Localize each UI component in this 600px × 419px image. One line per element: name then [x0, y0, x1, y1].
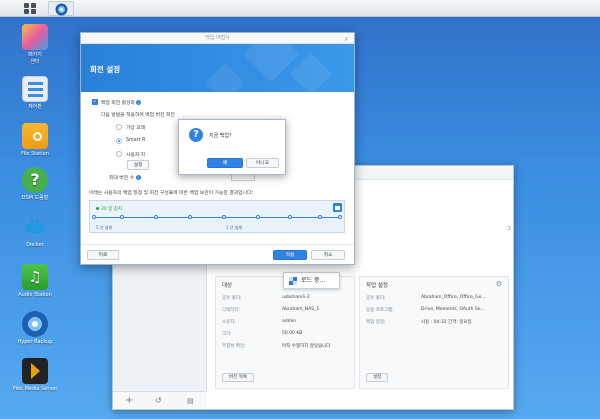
- radio-oldest-label: 가장 오래: [126, 126, 146, 131]
- info-row: 소유자: admin: [222, 319, 297, 325]
- cancel-button[interactable]: 취소: [311, 250, 345, 260]
- timeline-point: [288, 215, 292, 219]
- apply-button[interactable]: 적용: [273, 250, 307, 260]
- info-row: 응용 프로그램: Drive, Moments, OAuth Se...: [366, 307, 485, 313]
- rotation-method-prompt: 다음 방법을 적용하여 백업 버전 회전: [101, 113, 175, 118]
- question-icon: ?: [189, 128, 203, 142]
- wizard-footer: 뒤로 적용 취소: [81, 244, 354, 264]
- desktop-hyper-backup[interactable]: Hyper Backup: [0, 311, 70, 346]
- task-settings-button[interactable]: 설정: [366, 373, 389, 382]
- help-icon: ?: [22, 167, 48, 193]
- info-icon[interactable]: i: [135, 175, 141, 180]
- timeline-point: [154, 215, 158, 219]
- info-row: 공유 폴더: Abraham_Office, Office_Ge...: [366, 295, 486, 301]
- no-button[interactable]: 아니오: [246, 158, 279, 168]
- desktop-dsm-help[interactable]: ? DSM 도움말: [0, 167, 70, 202]
- desktop-file-station[interactable]: File Station: [0, 123, 70, 158]
- taskbar-hyper-backup[interactable]: [48, 1, 74, 16]
- back-button[interactable]: 뒤로: [87, 250, 119, 260]
- info-row: 백업 일정: 사용 : 04:32 간격: 일요일: [366, 320, 472, 325]
- wizard-titlebar: 백업 마법사 ×: [81, 33, 354, 44]
- hyper-backup-icon: [55, 3, 68, 16]
- radio-custom-label: 사용자 지: [126, 153, 146, 158]
- taskbar: [0, 0, 600, 17]
- yes-button[interactable]: 예: [207, 158, 243, 168]
- add-icon[interactable]: +: [125, 395, 133, 406]
- timeline-point: [92, 215, 96, 219]
- panel-title: 작업 설정: [366, 283, 388, 289]
- info-row: 디렉터리: Abraham_NAS_1: [222, 307, 320, 313]
- desktop-audio-station[interactable]: ♫ Audio Station: [0, 264, 70, 299]
- timeline-axis: [96, 217, 340, 218]
- max-versions-label: 최대 버전 수 i: [109, 175, 141, 181]
- timeline-point: [318, 215, 322, 219]
- version-list-button[interactable]: 버전 목록: [222, 373, 254, 382]
- desktop-icon-label: 센터: [30, 59, 40, 65]
- timeline-point: [222, 215, 226, 219]
- window-title: 백업 마법사: [205, 35, 230, 41]
- timeline-point: [338, 215, 342, 219]
- desktop-icon-label: DSM 도움말: [21, 195, 49, 201]
- main-menu-icon: [24, 3, 36, 14]
- enable-rotation-label: 백업 회전 활성화 i: [101, 100, 142, 106]
- loading-indicator: 로드 중...: [283, 272, 340, 289]
- control-panel-icon: [22, 76, 48, 102]
- timeline-left-label: 5 년 설재: [96, 225, 113, 230]
- target-panel: 대상 공유 폴더: usbshare1-2 디렉터리: Abraham_NAS_1 …: [215, 276, 355, 389]
- dialog-message: 지금 백업?: [209, 133, 232, 139]
- scroll-hint: :3: [506, 226, 511, 232]
- timeline-point: [120, 215, 124, 219]
- info-icon[interactable]: i: [136, 100, 142, 105]
- file-station-icon: [22, 123, 48, 149]
- log-icon[interactable]: ▤: [187, 397, 194, 405]
- main-menu-button[interactable]: [17, 1, 43, 16]
- wizard-header-title: 회전 설정: [90, 65, 121, 74]
- calendar-icon[interactable]: [333, 203, 342, 212]
- loading-text: 로드 중...: [301, 277, 326, 284]
- timeline-point: [256, 215, 260, 219]
- desktop-icon-label: Audio Station: [18, 292, 52, 298]
- plex-icon: [22, 358, 48, 384]
- enable-rotation-checkbox[interactable]: ✓: [92, 99, 98, 105]
- timeline-right-label: 1 년 설재: [226, 225, 243, 230]
- radio-oldest[interactable]: [116, 124, 122, 130]
- retention-timeline: 30 일 길치 5 년 설재 1 년 설재: [89, 200, 345, 233]
- timeline-caption: 아래는 사용자의 백업 일정 및 회전 구성표에 따른 백업 보관이 가능한 결…: [89, 191, 254, 196]
- package-center-icon: [22, 24, 48, 50]
- radio-custom[interactable]: [116, 151, 122, 157]
- panel-title: 대상: [222, 283, 233, 289]
- desktop-icon-label: 패키지: [28, 52, 42, 58]
- rotation-settings-button[interactable]: 설정: [127, 160, 149, 170]
- settings-gear-icon[interactable]: ⚙: [496, 280, 502, 288]
- restore-icon[interactable]: ↺: [155, 396, 162, 405]
- loading-spinner-icon: [289, 277, 297, 285]
- desktop-icon-label: 제어판: [28, 104, 42, 110]
- radio-smart-recycle-label: Smart R: [126, 138, 146, 143]
- task-settings-panel: 작업 설정 ⚙ 공유 폴더: Abraham_Office, Office_Ge.…: [359, 276, 509, 389]
- info-row: 크기: 50.00 KB: [222, 331, 303, 337]
- timeline-point: [188, 215, 192, 219]
- desktop-control-panel[interactable]: 제어판: [0, 76, 70, 111]
- radio-smart-recycle[interactable]: [116, 138, 122, 144]
- wizard-header: 회전 설정: [81, 44, 354, 92]
- hyper-backup-icon: [22, 311, 48, 337]
- desktop-plex[interactable]: Plex Media Server: [0, 358, 70, 393]
- info-row: 무결성 확인: 아직 수행하지 않았습니다: [222, 344, 331, 349]
- docker-icon: [22, 214, 48, 240]
- timeline-green-label: 30 일 길치: [96, 206, 122, 212]
- desktop-icon-label: Plex Media Server: [12, 386, 58, 392]
- desktop-docker[interactable]: Docker: [0, 214, 70, 249]
- desktop-icon-label: File Station: [21, 151, 49, 157]
- confirm-backup-dialog: ? 지금 백업? 예 아니오: [178, 119, 286, 175]
- desktop-package-center[interactable]: 패키지 센터: [0, 24, 70, 66]
- desktop-icon-label: Docker: [26, 242, 44, 248]
- sidebar-footer: + ↺ ▤: [113, 391, 207, 409]
- desktop-icon-label: Hyper Backup: [17, 339, 53, 345]
- info-row: 공유 폴더: usbshare1-2: [222, 295, 310, 301]
- audio-station-icon: ♫: [22, 264, 48, 290]
